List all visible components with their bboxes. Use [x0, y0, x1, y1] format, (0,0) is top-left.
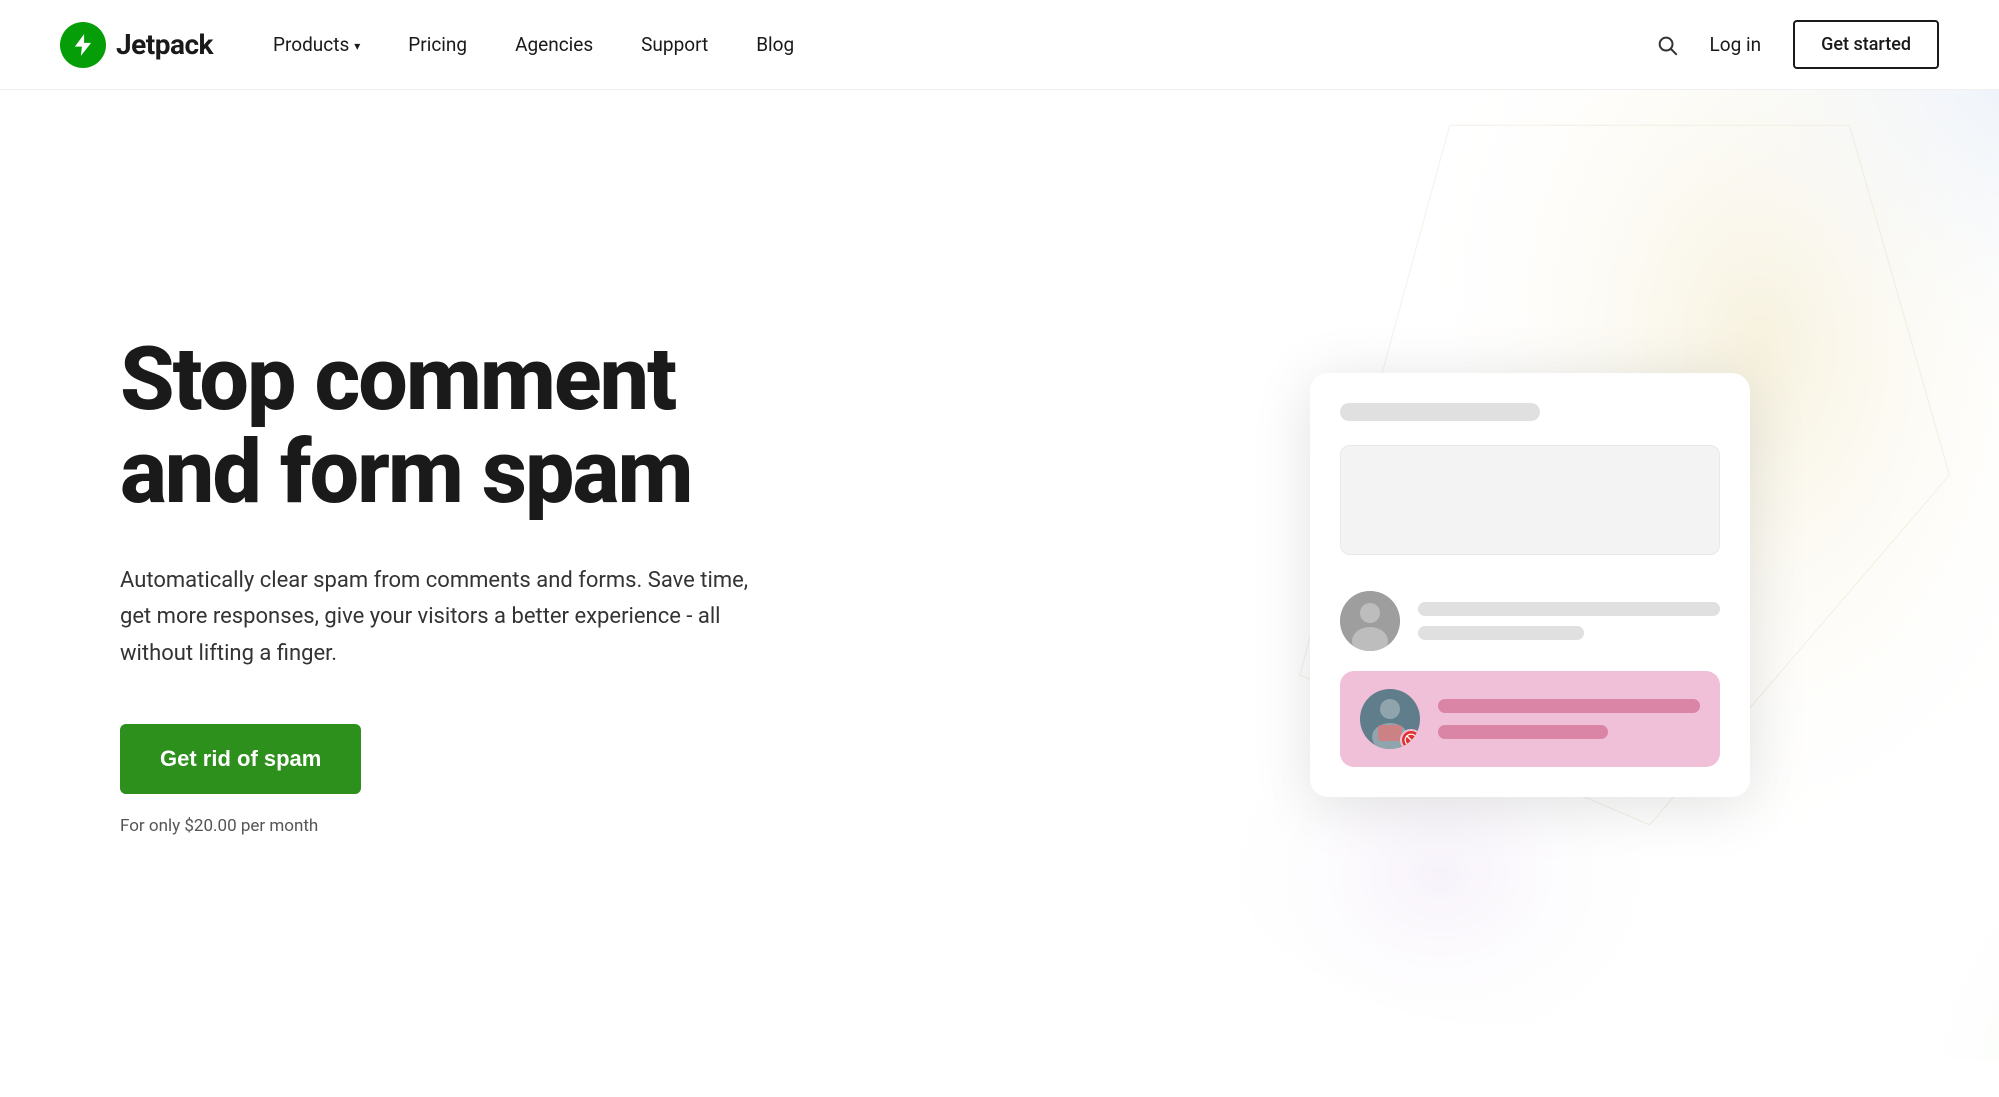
hero-description: Automatically clear spam from comments a…	[120, 563, 760, 672]
get-started-button[interactable]: Get started	[1793, 20, 1939, 69]
mockup-card	[1310, 373, 1750, 797]
mockup-line-2	[1418, 626, 1584, 640]
hero-section: Stop comment and form spam Automatically…	[0, 90, 1999, 1060]
mockup-avatar-normal	[1340, 591, 1400, 651]
mockup-spam-line-2	[1438, 725, 1608, 739]
price-note: For only $20.00 per month	[120, 816, 318, 836]
spam-badge-icon	[1400, 729, 1420, 749]
nav-blog[interactable]: Blog	[756, 33, 794, 56]
mockup-top-bar	[1340, 403, 1540, 421]
mockup-line-1	[1418, 602, 1720, 616]
logo-icon	[60, 22, 106, 68]
mockup-comment-row	[1340, 591, 1720, 651]
cta-button[interactable]: Get rid of spam	[120, 724, 361, 794]
mockup-spam-row	[1340, 671, 1720, 767]
main-nav: Products ▾ Pricing Agencies Support Blog	[273, 33, 1655, 56]
hero-illustration	[1120, 373, 1939, 797]
nav-agencies[interactable]: Agencies	[515, 33, 593, 56]
header-right: Log in Get started	[1656, 20, 1940, 69]
search-button[interactable]	[1656, 34, 1678, 56]
nav-products[interactable]: Products ▾	[273, 33, 360, 56]
mockup-spam-line-1	[1438, 699, 1700, 713]
chevron-down-icon: ▾	[354, 39, 360, 53]
avatar-icon-normal	[1340, 591, 1400, 651]
mockup-spam-lines	[1438, 699, 1700, 739]
logo-link[interactable]: Jetpack	[60, 22, 213, 68]
login-link[interactable]: Log in	[1710, 33, 1762, 56]
site-header: Jetpack Products ▾ Pricing Agencies Supp…	[0, 0, 1999, 90]
nav-support[interactable]: Support	[641, 33, 708, 56]
jetpack-bolt-icon	[70, 32, 96, 58]
hero-content: Stop comment and form spam Automatically…	[120, 334, 1120, 836]
mockup-spam-avatar	[1360, 689, 1420, 749]
logo-text: Jetpack	[116, 28, 213, 61]
nav-pricing[interactable]: Pricing	[408, 33, 467, 56]
mockup-image-placeholder	[1340, 445, 1720, 555]
search-icon	[1656, 34, 1678, 56]
mockup-text-lines-normal	[1418, 602, 1720, 640]
block-icon	[1404, 733, 1418, 747]
hero-title: Stop comment and form spam	[120, 334, 1120, 519]
